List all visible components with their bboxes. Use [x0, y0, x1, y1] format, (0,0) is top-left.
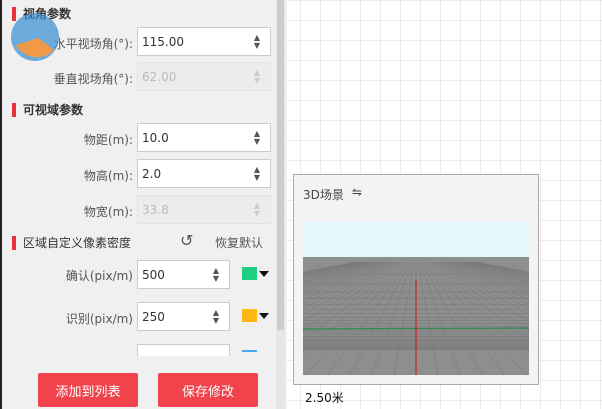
width-input: 33.8 ▲ ▼ [137, 195, 271, 224]
height-input[interactable]: 2.0 ▲ ▼ [137, 159, 271, 188]
scrollbar-thumb[interactable] [277, 0, 284, 330]
h-fov-value: 115.00 [142, 35, 184, 49]
v-fov-label: 垂直视场角(°): [53, 72, 133, 86]
height-label: 物高(m): [83, 169, 133, 183]
distance-label: 物距(m): [83, 133, 133, 147]
identify-density-input[interactable]: 250 ▲ ▼ [137, 302, 230, 331]
confirm-density-label: 确认(pix/m) [65, 269, 133, 283]
distance-value: 10.0 [142, 131, 169, 145]
v-fov-value: 62.00 [142, 70, 177, 84]
spinner-icon[interactable]: ▲ ▼ [213, 309, 219, 325]
confirm-color-swatch[interactable] [242, 267, 257, 280]
spinner-icon: ▲ ▼ [253, 201, 260, 218]
section-title: 视角参数 [23, 7, 72, 21]
restore-icon[interactable]: ↺ [180, 231, 193, 250]
spinner-icon[interactable]: ▲ ▼ [254, 34, 260, 50]
identify-density-value: 250 [142, 310, 165, 324]
identify-density-label: 识别(pix/m) [65, 312, 133, 326]
height-value: 2.0 [142, 167, 162, 181]
section-pixel-density: 区域自定义像素密度 [12, 234, 131, 251]
scene-title: 3D场景 [303, 188, 344, 202]
3d-scene-view[interactable] [303, 222, 529, 375]
spinner-icon[interactable]: ▲ ▼ [254, 130, 260, 146]
scene-render [303, 222, 529, 375]
save-changes-button[interactable]: 保存修改 [158, 373, 258, 407]
section-title: 区域自定义像素密度 [23, 236, 132, 250]
distance-input[interactable]: 10.0 ▲ ▼ [137, 123, 271, 152]
add-to-list-button[interactable]: 添加到列表 [38, 373, 138, 407]
section-view-angle: 视角参数 [12, 5, 71, 22]
h-fov-label: 水平视场角(°): [53, 37, 133, 51]
confirm-density-input[interactable]: 500 ▲ ▼ [137, 260, 230, 289]
width-label: 物宽(m): [83, 205, 133, 219]
spinner-icon: ▲ ▼ [253, 68, 260, 85]
h-fov-input[interactable]: 115.00 ▲ ▼ [137, 27, 271, 56]
restore-default-button[interactable]: 恢复默认 [215, 234, 263, 251]
v-fov-input: 62.00 ▲ ▼ [137, 62, 271, 91]
spinner-icon[interactable]: ▲ ▼ [254, 166, 260, 182]
confirm-density-value: 500 [142, 268, 165, 282]
third-color-swatch[interactable] [242, 350, 257, 352]
width-value: 33.8 [142, 203, 169, 217]
chevron-down-icon[interactable] [259, 313, 269, 319]
swap-icon[interactable]: ⇋ [352, 185, 362, 199]
chevron-down-icon[interactable] [259, 271, 269, 277]
section-visible-domain: 可视域参数 [12, 101, 83, 118]
section-title: 可视域参数 [23, 103, 84, 117]
scale-label: 2.50米 [305, 391, 344, 405]
spinner-icon[interactable]: ▲ ▼ [213, 267, 219, 283]
identify-color-swatch[interactable] [242, 309, 257, 322]
